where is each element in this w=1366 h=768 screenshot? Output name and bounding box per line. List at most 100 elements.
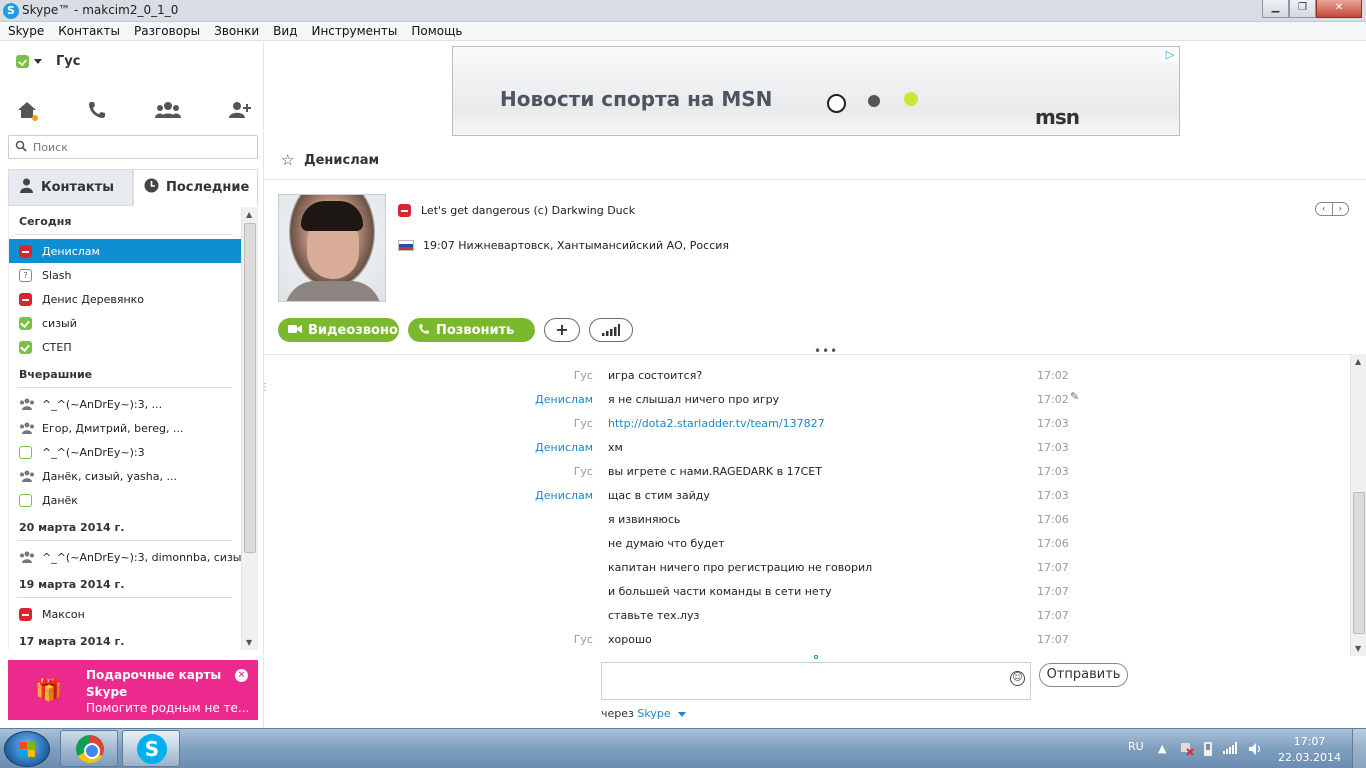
- message-row[interactable]: и большей части команды в сети нету 17:0…: [265, 580, 1350, 604]
- message-row[interactable]: Гус вы игрете с нами.RAGEDARK в 17CET 17…: [265, 460, 1350, 484]
- message-row[interactable]: Гус http://dota2.starladder.tv/team/1378…: [265, 412, 1350, 436]
- message-row[interactable]: Денислам хм 17:03: [265, 436, 1350, 460]
- adchoices-icon[interactable]: ▷: [1163, 48, 1177, 62]
- send-via-selector[interactable]: через Skype: [601, 707, 687, 720]
- contact-name: ^_^(~AnDrEy~):3: [42, 445, 145, 459]
- recent-list: Сегодня Денислам ? Slash Денис Деревянко…: [8, 206, 258, 650]
- list-item[interactable]: сизый: [9, 311, 241, 335]
- menu-calls[interactable]: Звонки: [214, 22, 259, 40]
- message-history: Гус игра состоится? 17:02 Денислам я не …: [265, 355, 1350, 655]
- add-to-conversation-button[interactable]: +: [544, 318, 580, 342]
- group-icon[interactable]: [153, 96, 183, 126]
- message-row[interactable]: Гус игра состоится? 17:02: [265, 364, 1350, 388]
- message-row[interactable]: Денислам я не слышал ничего про игру 17:…: [265, 388, 1350, 412]
- menu-tools[interactable]: Инструменты: [311, 22, 397, 40]
- minimize-button[interactable]: ▁: [1262, 0, 1289, 18]
- list-item[interactable]: Данёк: [9, 488, 241, 512]
- recent-list-scrollbar[interactable]: ▲ ▼: [241, 207, 258, 650]
- system-clock[interactable]: 17:07 22.03.2014: [1278, 734, 1341, 766]
- clock-icon: [144, 178, 159, 197]
- scroll-thumb[interactable]: [1353, 492, 1365, 634]
- phone-icon[interactable]: [82, 96, 112, 126]
- close-icon[interactable]: ×: [235, 669, 248, 682]
- menu-skype[interactable]: Skype: [8, 22, 44, 40]
- profile-pager: ‹ ›: [1315, 202, 1349, 216]
- message-text: я извиняюсь: [608, 513, 681, 526]
- send-button[interactable]: Отправить: [1039, 663, 1128, 687]
- signal-strength-icon[interactable]: [1223, 742, 1239, 757]
- menu-contacts[interactable]: Контакты: [58, 22, 120, 40]
- msn-logo: msn: [1035, 105, 1080, 129]
- favorite-star-icon[interactable]: ☆: [281, 151, 294, 169]
- message-row[interactable]: капитан ничего про регистрацию не говори…: [265, 556, 1350, 580]
- close-window-button[interactable]: ✕: [1316, 0, 1362, 18]
- next-icon[interactable]: ›: [1333, 203, 1349, 215]
- status-offline-icon: [19, 493, 32, 507]
- message-row[interactable]: Денислам щас в стим зайду 17:03: [265, 484, 1350, 508]
- status-online-icon: [19, 316, 32, 330]
- contact-avatar[interactable]: [278, 194, 386, 302]
- section-header-date: 20 марта 2014 г.: [19, 521, 125, 534]
- taskbar-chrome[interactable]: [60, 730, 118, 767]
- list-item[interactable]: Егор, Дмитрий, bereg, ...: [9, 416, 241, 440]
- maximize-button[interactable]: ❐: [1289, 0, 1316, 18]
- message-row[interactable]: я извиняюсь 17:06: [265, 508, 1350, 532]
- list-item[interactable]: Данёк, сизый, yasha, ...: [9, 464, 241, 488]
- avatar-hair: [301, 201, 363, 231]
- call-button[interactable]: Позвонить: [408, 318, 543, 342]
- list-item[interactable]: Максон: [9, 602, 241, 626]
- scroll-thumb[interactable]: [244, 223, 256, 553]
- message-row[interactable]: ставьте тех.луз 17:07: [265, 604, 1350, 628]
- network-error-icon[interactable]: [1180, 742, 1194, 759]
- message-link[interactable]: http://dota2.starladder.tv/team/137827: [608, 417, 825, 430]
- scroll-up-icon[interactable]: ▲: [1355, 357, 1361, 366]
- search-input[interactable]: [33, 139, 253, 155]
- call-quality-button[interactable]: [589, 318, 633, 342]
- show-desktop-button[interactable]: [1352, 729, 1366, 768]
- start-button[interactable]: [4, 731, 50, 767]
- menu-help[interactable]: Помощь: [411, 22, 462, 40]
- add-contact-icon[interactable]: [225, 96, 255, 126]
- gift-card-promo[interactable]: 🎁 Подарочные карты Skype Помогите родным…: [8, 660, 258, 720]
- list-item[interactable]: Денис Деревянко: [9, 287, 241, 311]
- device-icon[interactable]: [1202, 742, 1214, 759]
- list-item[interactable]: Денислам: [9, 239, 241, 263]
- user-name: Гус: [56, 54, 81, 69]
- language-indicator[interactable]: RU: [1128, 740, 1144, 753]
- scroll-up-icon[interactable]: ▲: [246, 210, 252, 219]
- list-item[interactable]: ^_^(~AnDrEy~):3, dimonnba, сизый...: [9, 545, 241, 569]
- scroll-down-icon[interactable]: ▼: [1355, 644, 1361, 653]
- previous-icon[interactable]: ‹: [1316, 203, 1333, 215]
- chevron-down-icon[interactable]: [534, 327, 543, 333]
- tab-contacts[interactable]: Контакты: [8, 169, 133, 206]
- user-status-selector[interactable]: Гус: [16, 54, 80, 69]
- taskbar-skype[interactable]: S: [122, 730, 180, 767]
- scroll-down-icon[interactable]: ▼: [246, 638, 252, 647]
- home-icon[interactable]: [12, 96, 42, 126]
- volume-icon[interactable]: [1248, 742, 1262, 759]
- tab-recent[interactable]: Последние: [133, 169, 258, 206]
- status-offline-icon: [19, 445, 32, 459]
- menu-view[interactable]: Вид: [273, 22, 297, 40]
- russia-flag-icon: [398, 240, 414, 251]
- message-row[interactable]: не думаю что будет 17:06: [265, 532, 1350, 556]
- message-text: игра состоится?: [608, 369, 703, 382]
- list-item[interactable]: ^_^(~AnDrEy~):3, ...: [9, 392, 241, 416]
- video-call-label: Видеозвонок: [308, 322, 407, 338]
- menu-conversations[interactable]: Разговоры: [134, 22, 200, 40]
- emoticon-icon[interactable]: ☺: [1010, 671, 1025, 686]
- skype-icon: S: [137, 734, 167, 764]
- message-compose-box[interactable]: ☺: [601, 662, 1031, 700]
- message-row[interactable]: Гус хорошо 17:07: [265, 628, 1350, 652]
- ad-banner[interactable]: Новости спорта на MSN msn ▷: [452, 46, 1180, 136]
- video-call-button[interactable]: Видеозвонок: [278, 318, 407, 342]
- show-hidden-icons-icon[interactable]: ▲: [1158, 742, 1166, 755]
- message-scrollbar[interactable]: ▲ ▼: [1350, 354, 1366, 656]
- status-unknown-icon: ?: [19, 268, 32, 282]
- compose-resize-handle[interactable]: [814, 655, 818, 659]
- chevron-down-icon: [678, 711, 687, 717]
- list-item[interactable]: СТЕП: [9, 335, 241, 359]
- list-item[interactable]: ? Slash: [9, 263, 241, 287]
- list-item[interactable]: ^_^(~AnDrEy~):3: [9, 440, 241, 464]
- avatar-shirt: [285, 281, 381, 301]
